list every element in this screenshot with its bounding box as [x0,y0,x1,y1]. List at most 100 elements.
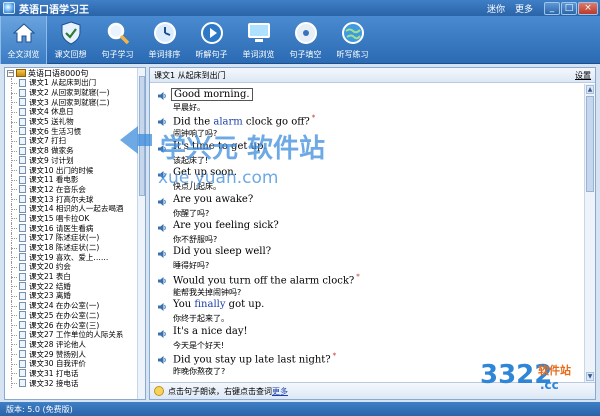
sentence-english[interactable]: Good morning. [171,88,253,101]
hint-more-link[interactable]: 更多 [272,386,288,397]
magnifier-icon [105,20,131,46]
document-icon [19,330,26,339]
tool-sentence-fill[interactable]: 句子填空 [282,16,329,64]
speaker-icon[interactable] [158,90,167,100]
sentence-english[interactable]: Did the alarm clock go off? * [173,114,315,127]
tree-scrollbar[interactable] [137,68,145,399]
speaker-icon[interactable] [158,169,167,180]
tree-item-lesson[interactable]: 课文19 喜欢、爱上…… [5,252,138,262]
speaker-icon[interactable] [158,275,167,285]
document-icon [19,175,26,184]
settings-link[interactable]: 设置 [575,70,591,81]
sentence-item[interactable]: Get up soon. 快点儿起床。 [158,167,578,193]
speaker-icon[interactable] [158,248,167,259]
shield-check-icon [58,20,84,46]
sentence-item[interactable]: Are you awake? 你醒了吗? [158,194,578,220]
tool-label: 句子学习 [101,50,134,59]
document-icon [19,195,26,204]
document-icon [19,379,26,388]
tool-dictation[interactable]: 听写练习 [329,16,376,64]
content-scrollbar[interactable]: ▲ ▼ [584,84,595,382]
main-toolbar: 全文浏览 课文回想 句子学习 单词排序 听解句子 单词浏览 句子填空 听写练习 [0,16,600,64]
lesson-tree: − 英语口语8000句 课文1 从起床到出门 课文2 从回家到就寝(一) 课文3 从… [5,68,138,399]
sentence-english[interactable]: Did you sleep well? [173,246,271,257]
speaker-icon[interactable] [158,116,167,127]
sentence-keyword[interactable]: finally [194,299,225,310]
scroll-down-icon[interactable]: ▼ [586,372,594,381]
speaker-icon[interactable] [158,222,167,232]
document-icon [19,166,26,175]
sentence-text: Did the [173,116,214,128]
document-icon [19,185,26,194]
sentence-text: Would you turn off the alarm clock? [173,275,355,287]
book-icon [16,69,26,77]
sentence-english[interactable]: It's a nice day! [173,326,248,337]
tool-label: 听解句子 [195,50,228,59]
sentence-english[interactable]: Are you feeling sick? [173,220,279,231]
speaker-icon[interactable] [158,354,167,364]
tool-listen-sentence[interactable]: 听解句子 [188,16,235,64]
sentence-item[interactable]: Are you feeling sick? 你不舒服吗? [158,220,578,246]
speaker-icon[interactable] [158,328,167,338]
document-icon [19,243,26,252]
sentence-english[interactable]: Would you turn off the alarm clock? * [173,273,360,286]
tree-item-lesson[interactable]: 课文32 接电话 [5,378,138,388]
sentence-english[interactable]: You finally got up. [173,299,264,310]
tool-sentence-study[interactable]: 句子学习 [94,16,141,64]
sentence-chinese: 你不舒服吗? [173,235,218,244]
sentence-english[interactable]: It's time to get up. [173,141,267,152]
speaker-icon[interactable] [158,196,167,206]
more-menu-link[interactable]: 更多 [515,2,533,15]
tree-scrollbar-thumb[interactable] [139,76,145,196]
content-scrollbar-thumb[interactable] [586,96,594,192]
document-icon [19,224,26,233]
document-icon [19,127,26,136]
sentence-text: Good morning. [174,89,250,100]
lesson-title: 课文1 从起床到出门 [154,70,226,80]
document-icon [19,301,26,310]
document-icon [19,262,26,271]
tree-item-lesson[interactable]: 课文21 表白 [5,271,138,282]
document-icon [19,78,26,87]
sentence-item[interactable]: It's a nice day! 今天是个好天! [158,326,578,352]
sentence-chinese: 该起床了! [173,155,209,165]
tool-word-browse[interactable]: 单词浏览 [235,16,282,64]
sentence-keyword[interactable]: alarm [213,117,242,128]
play-icon [199,20,225,46]
sentence-english[interactable]: Are you awake? [173,194,253,205]
tool-word-order[interactable]: 单词排序 [141,16,188,64]
sentence-chinese: 快点儿起床。 [173,182,221,192]
sentence-item[interactable]: Did the alarm clock go off? * 闹钟响了吗? [158,114,578,140]
sentence-english[interactable]: Get up soon. [173,167,237,178]
speaker-icon[interactable] [158,301,167,312]
app-title: 英语口语学习王 [19,4,89,16]
speaker-icon[interactable] [158,143,167,153]
sentence-text: It's a nice day! [173,325,248,337]
sentence-item[interactable]: Did you sleep well? 睡得好吗? [158,246,578,272]
sentence-english[interactable]: Did you stay up late last night? * [173,352,336,365]
sentence-chinese: 你终于起来了。 [173,314,229,324]
sentence-chinese: 能帮我关掉闹钟吗? [173,287,242,297]
tool-text-recall[interactable]: 课文回想 [47,16,94,64]
sentence-item[interactable]: It's time to get up. 该起床了! [158,141,578,167]
document-icon [19,98,26,107]
tree-item-lesson[interactable]: 课文20 约会 [5,262,138,272]
document-icon [19,253,26,262]
collapse-icon[interactable]: − [7,69,14,77]
sentence-text: clock go off? [242,116,310,128]
close-button[interactable]: × [578,1,598,15]
scroll-up-icon[interactable]: ▲ [586,85,594,94]
clock-icon [152,20,178,46]
sentence-item[interactable]: Good morning. 早晨好。 [158,88,578,114]
mini-mode-link[interactable]: 迷你 [487,2,505,15]
tool-full-text-browse[interactable]: 全文浏览 [0,16,47,64]
tree-item-lesson[interactable]: 课文6 生活习惯 [5,126,138,136]
sentence-item[interactable]: You finally got up. 你终于起来了。 [158,299,578,325]
sentence-item[interactable]: Would you turn off the alarm clock? * 能帮我关… [158,273,578,299]
maximize-button[interactable]: □ [561,1,577,15]
sentence-item[interactable]: Did you stay up late last night? * 昨晚你熬夜了? [158,352,578,378]
content-panel: 课文1 从起床到出门 设置 Good morning. 早晨好。 Did the a… [149,67,596,400]
sentence-list: Good morning. 早晨好。 Did the alarm clock go … [150,84,583,382]
minimize-button[interactable]: _ [544,1,560,15]
tree-item-lesson[interactable]: 课文22 结婚 [5,281,138,291]
